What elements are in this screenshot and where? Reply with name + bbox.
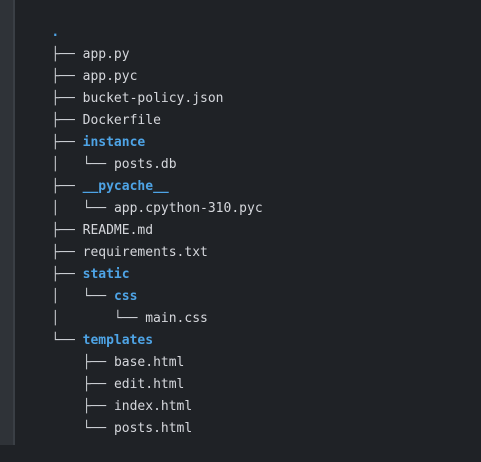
tree-row: │ └── app.cpython-310.pyc [20,176,262,216]
tree-row: ├── static [20,242,129,282]
tree-row: ├── index.html [20,374,193,414]
file-name: posts.html [113,421,193,436]
terminal-output: . ├── app.py ├── app.pyc ├── bucket-poli… [20,0,481,445]
tree-branch: └── [51,421,114,436]
tree-row: ├── README.md [20,198,153,238]
tree-row: ├── bucket-policy.json [20,66,223,106]
tree-row: ├── app.pyc [20,44,137,84]
tree-row: ├── app.py [20,22,129,62]
tree-row: ├── instance [20,110,145,150]
tree-row: └── posts.html [20,396,193,436]
tree-row: ├── __pycache__ [20,154,168,194]
tree-row: │ └── posts.db [20,132,176,172]
tree-root: . [20,0,59,40]
tree-row: ├── base.html [20,330,185,370]
tree-row: ├── requirements.txt [20,220,208,260]
tree-row: ├── Dockerfile [20,88,161,128]
tree-row: │ └── css [20,264,137,304]
file-name: main.css [145,311,208,326]
left-panel-edge [13,0,15,445]
tree-row: └── templates [20,308,153,348]
tree-row: ├── edit.html [20,352,185,392]
left-panel-border [0,0,13,445]
tree-row: │ └── main.css [20,286,208,326]
